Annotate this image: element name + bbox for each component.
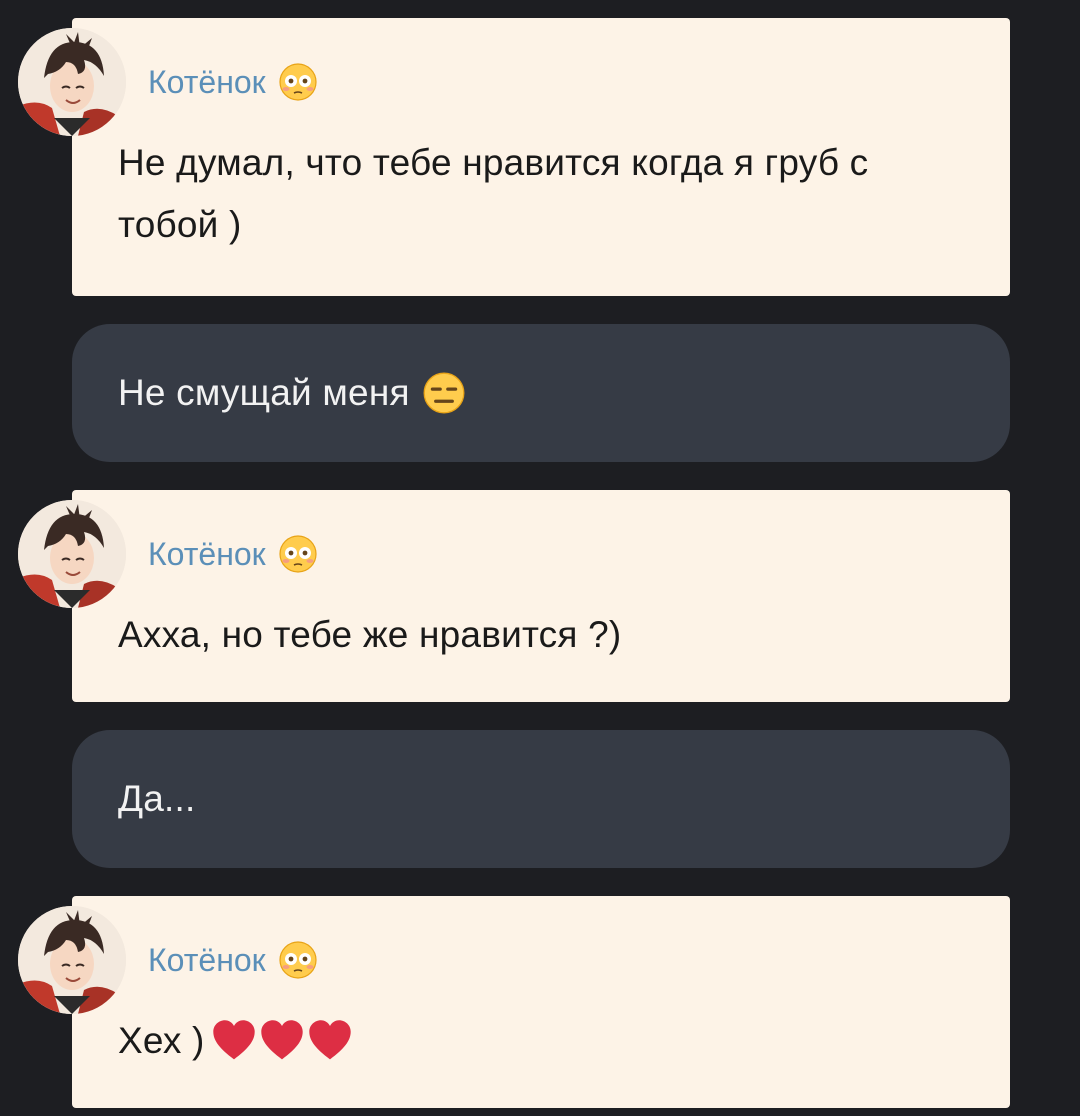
sender-name[interactable]: Котёнок bbox=[148, 534, 318, 574]
flushed-face-icon bbox=[278, 62, 318, 102]
avatar[interactable] bbox=[18, 500, 126, 608]
message-text: Ахха, но тебе же нравится ?) bbox=[118, 614, 622, 655]
avatar[interactable] bbox=[18, 28, 126, 136]
expressionless-face-icon bbox=[422, 371, 466, 415]
sender-name[interactable]: Котёнок bbox=[148, 940, 318, 980]
message-outgoing[interactable]: Да... bbox=[72, 730, 1010, 868]
red-heart-icon bbox=[211, 1018, 257, 1064]
avatar[interactable] bbox=[18, 906, 126, 1014]
flushed-face-icon bbox=[278, 534, 318, 574]
sender-name[interactable]: Котёнок bbox=[148, 62, 318, 102]
message-text-row: Хех ) bbox=[118, 1010, 970, 1072]
message-text-row: Не смущай меня bbox=[118, 362, 970, 424]
message-outgoing[interactable]: Не смущай меня bbox=[72, 324, 1010, 462]
message-incoming[interactable]: Котёнок Не думал, что тебе нравится когд… bbox=[72, 18, 1010, 296]
message-text-row: Да... bbox=[118, 778, 196, 819]
flushed-face-icon bbox=[278, 940, 318, 980]
chat-thread[interactable]: Котёнок Не думал, что тебе нравится когд… bbox=[0, 0, 1080, 1116]
message-text: Не думал, что тебе нравится когда я груб… bbox=[118, 142, 869, 245]
message-incoming[interactable]: Котёнок Ахха, но тебе же нравится ?) bbox=[72, 490, 1010, 702]
message-incoming[interactable]: Котёнок Хех ) bbox=[72, 896, 1010, 1108]
red-heart-icon bbox=[307, 1018, 353, 1064]
red-heart-icon bbox=[259, 1018, 305, 1064]
